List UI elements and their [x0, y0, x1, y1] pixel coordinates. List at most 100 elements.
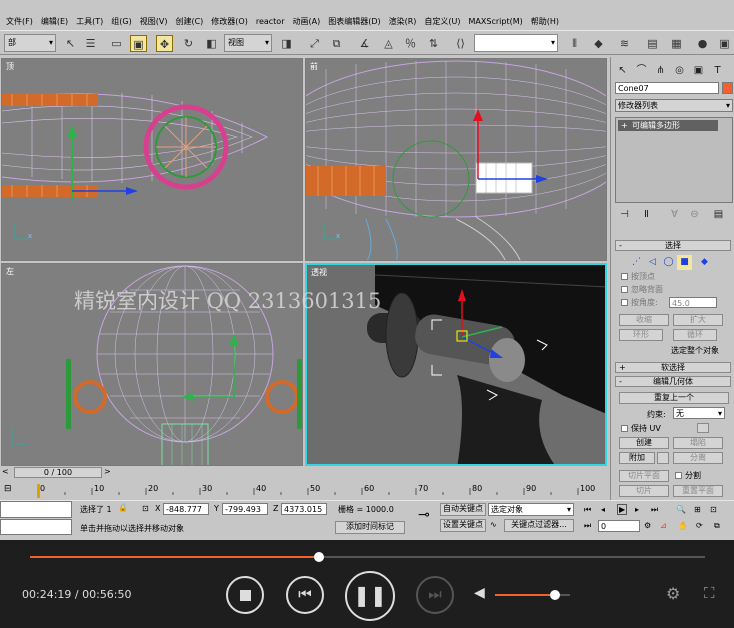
- next-frame-icon[interactable]: >: [104, 467, 114, 478]
- keyboard-shortcut-icon[interactable]: ⧉: [328, 35, 345, 52]
- key-mode-dropdown[interactable]: 选定对象 ▾: [488, 503, 574, 516]
- attach-list-button[interactable]: [657, 452, 669, 464]
- volume-slider[interactable]: [495, 590, 570, 600]
- preserve-uv-settings-button[interactable]: [697, 423, 709, 433]
- attach-button[interactable]: 附加: [619, 452, 655, 464]
- named-selection-set-field[interactable]: ▾: [474, 34, 558, 52]
- selection-filter-dropdown[interactable]: 部 ▾: [4, 34, 56, 52]
- seek-bar[interactable]: [30, 552, 705, 562]
- auto-key-button[interactable]: 自动关键点: [440, 503, 486, 516]
- menu-item-4[interactable]: 视图(V): [136, 16, 172, 27]
- next-button[interactable]: ⏭: [416, 576, 454, 614]
- menu-item-8[interactable]: 动画(A): [288, 16, 324, 27]
- rollout-edit-geometry[interactable]: - 编辑几何体: [615, 376, 731, 387]
- create-tab-icon[interactable]: ↖: [615, 63, 630, 78]
- abs-mode-icon[interactable]: ⊡: [142, 504, 149, 513]
- curve-editor-icon[interactable]: ▤: [644, 35, 661, 52]
- stack-item-editable-poly[interactable]: + 可编辑多边形: [618, 120, 718, 131]
- set-key-button[interactable]: 设置关键点: [440, 519, 486, 532]
- menu-item-6[interactable]: 修改器(O): [207, 16, 252, 27]
- rollout-selection[interactable]: - 选择: [615, 240, 731, 251]
- menu-item-2[interactable]: 工具(T): [72, 16, 107, 27]
- split-checkbox[interactable]: [675, 472, 682, 479]
- by-angle-checkbox[interactable]: [621, 299, 628, 306]
- x-coord-field[interactable]: -848.777: [163, 503, 209, 515]
- menu-item-7[interactable]: reactor: [252, 17, 289, 26]
- zoom-icon[interactable]: 🔍: [676, 505, 686, 514]
- modify-tab-icon[interactable]: ⌒: [634, 63, 649, 78]
- collapse-button[interactable]: 塌陷: [673, 437, 723, 449]
- border-mode-icon[interactable]: ◯: [661, 255, 676, 270]
- named-selection-icon[interactable]: ⟨⟩: [452, 35, 469, 52]
- key-icon[interactable]: ⊸: [410, 507, 438, 529]
- seek-bar-thumb[interactable]: [313, 552, 324, 562]
- vertex-mode-icon[interactable]: ⋰: [629, 255, 644, 270]
- volume-icon[interactable]: ◀: [474, 585, 485, 601]
- settings-gear-icon[interactable]: ⚙: [666, 584, 680, 603]
- spinner-snap-icon[interactable]: ⇅: [425, 35, 442, 52]
- pan-icon[interactable]: ✋: [678, 521, 688, 530]
- angle-value-field[interactable]: 45.0: [669, 297, 717, 308]
- element-mode-icon[interactable]: ◆: [697, 255, 712, 270]
- orbit-icon[interactable]: ⟳: [696, 521, 703, 530]
- loop-button[interactable]: 循环: [673, 329, 717, 341]
- maxscript-output[interactable]: [0, 519, 72, 535]
- object-color-swatch[interactable]: [722, 82, 733, 94]
- menu-item-0[interactable]: 文件(F): [2, 16, 37, 27]
- goto-end-icon[interactable]: ⏭: [651, 505, 658, 515]
- display-tab-icon[interactable]: ▣: [691, 63, 706, 78]
- grow-button[interactable]: 扩大: [673, 314, 723, 326]
- lock-icon[interactable]: 🔒: [118, 503, 128, 512]
- schematic-view-icon[interactable]: ▦: [668, 35, 685, 52]
- slice-plane-button[interactable]: 切片平面: [619, 470, 669, 482]
- shrink-button[interactable]: 收缩: [619, 314, 669, 326]
- show-end-result-icon[interactable]: Ⅱ: [639, 207, 654, 222]
- repeat-last-button[interactable]: 重复上一个: [619, 392, 729, 404]
- volume-thumb[interactable]: [550, 590, 560, 600]
- time-slider[interactable]: < 0 / 100 >: [0, 466, 610, 480]
- mini-curve-editor-icon[interactable]: ⊟: [4, 484, 26, 496]
- layer-manager-icon[interactable]: ≋: [616, 35, 633, 52]
- maximize-viewport-icon[interactable]: ⧉: [714, 521, 720, 531]
- field-of-view-icon[interactable]: ⊿: [660, 521, 667, 530]
- stop-button[interactable]: [226, 576, 264, 614]
- fullscreen-icon[interactable]: ⛶: [704, 584, 715, 602]
- zoom-extents-icon[interactable]: ⊡: [710, 505, 717, 514]
- time-slider-thumb[interactable]: 0 / 100: [14, 467, 102, 478]
- percent-snap-icon[interactable]: ％: [402, 35, 419, 52]
- goto-start-icon[interactable]: ⏮: [584, 505, 591, 515]
- menu-item-5[interactable]: 创建(C): [171, 16, 207, 27]
- key-mode-toggle-icon[interactable]: ⏭: [584, 521, 591, 531]
- pivot-center-icon[interactable]: ◨: [278, 35, 295, 52]
- mirror-icon[interactable]: ⫴: [566, 35, 583, 52]
- constraints-dropdown[interactable]: 无 ▾: [673, 407, 725, 419]
- rotate-tool-icon[interactable]: ↻: [180, 35, 197, 52]
- by-vertex-checkbox[interactable]: [621, 273, 628, 280]
- select-manipulate-icon[interactable]: ⤢: [306, 35, 323, 52]
- ref-coord-dropdown[interactable]: 视图 ▾: [224, 34, 272, 52]
- configure-sets-icon[interactable]: ▤: [711, 207, 726, 222]
- maxscript-listener[interactable]: [0, 501, 72, 518]
- select-arrow-icon[interactable]: ↖: [62, 35, 79, 52]
- zoom-all-icon[interactable]: ⊞: [694, 505, 701, 514]
- rect-region-icon[interactable]: ▭: [108, 35, 125, 52]
- add-time-tag-button[interactable]: 添加时间标记: [335, 521, 405, 534]
- move-tool-icon[interactable]: ✥: [156, 35, 173, 52]
- create-button[interactable]: 创建: [619, 437, 669, 449]
- polygon-mode-icon[interactable]: ■: [677, 255, 692, 270]
- remove-modifier-icon[interactable]: ⊖: [687, 207, 702, 222]
- utilities-tab-icon[interactable]: T: [710, 63, 725, 78]
- current-frame-field[interactable]: 0: [598, 520, 640, 532]
- select-by-name-icon[interactable]: ☰: [82, 35, 99, 52]
- modifier-list-dropdown[interactable]: 修改器列表 ▾: [615, 99, 733, 112]
- slice-button[interactable]: 切片: [619, 485, 669, 497]
- z-coord-field[interactable]: 4373.015: [281, 503, 327, 515]
- hierarchy-tab-icon[interactable]: ⋔: [653, 63, 668, 78]
- rollout-soft-selection[interactable]: + 软选择: [615, 362, 731, 373]
- ignore-backfacing-checkbox[interactable]: [621, 286, 628, 293]
- snap-toggle-icon[interactable]: ∡: [356, 35, 373, 52]
- ring-button[interactable]: 环形: [619, 329, 663, 341]
- menu-item-10[interactable]: 渲染(R): [385, 16, 421, 27]
- align-icon[interactable]: ◆: [590, 35, 607, 52]
- next-key-icon[interactable]: ▸: [635, 505, 639, 514]
